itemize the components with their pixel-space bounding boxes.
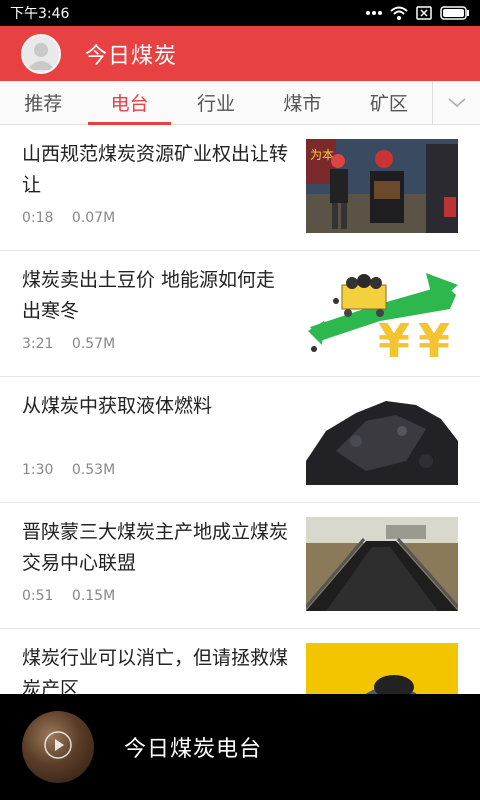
more-dots-icon	[366, 10, 382, 16]
no-sim-icon	[416, 6, 432, 20]
player-title: 今日煤炭电台	[124, 737, 263, 762]
battery-icon	[440, 6, 470, 20]
item-duration: 3:21	[22, 336, 54, 352]
chevron-down-icon	[448, 93, 466, 112]
item-size: 0.57M	[71, 336, 116, 352]
play-icon[interactable]	[43, 730, 73, 764]
item-title: 晋陕蒙三大煤炭主产地成立煤炭交易中心联盟	[22, 521, 289, 574]
item-thumbnail	[306, 391, 458, 485]
status-time: 下午3:46	[10, 6, 70, 22]
item-meta: 0:51 0.15M	[22, 588, 129, 604]
app-title: 今日煤炭	[85, 43, 178, 69]
audio-list: 山西规范煤炭资源矿业权出让转让 0:18 0.07M 为本 煤炭卖出土豆价 地能…	[0, 125, 480, 755]
list-item[interactable]: 煤炭卖出土豆价 地能源如何走出寒冬 3:21 0.57M ¥ ¥	[0, 251, 480, 377]
item-size: 0.07M	[71, 210, 116, 226]
item-title: 煤炭卖出土豆价 地能源如何走出寒冬	[22, 269, 276, 322]
player-bar[interactable]: 今日煤炭电台	[0, 694, 480, 800]
status-bar: 下午3:46	[0, 0, 480, 26]
item-size: 0.15M	[71, 588, 116, 604]
svg-text:为本: 为本	[310, 148, 334, 162]
list-item[interactable]: 晋陕蒙三大煤炭主产地成立煤炭交易中心联盟 0:51 0.15M	[0, 503, 480, 629]
item-duration: 0:18	[22, 210, 54, 226]
svg-text:¥: ¥	[378, 314, 410, 359]
list-item[interactable]: 山西规范煤炭资源矿业权出让转让 0:18 0.07M 为本	[0, 125, 480, 251]
item-thumbnail	[306, 517, 458, 611]
tab-recommend[interactable]: 推荐	[0, 81, 86, 124]
item-thumbnail: ¥ ¥	[306, 265, 458, 359]
tab-coal-market[interactable]: 煤市	[259, 81, 345, 124]
item-thumbnail: 为本	[306, 139, 458, 233]
category-tabs: 推荐 电台 行业 煤市 矿区	[0, 81, 480, 125]
tab-industry[interactable]: 行业	[173, 81, 259, 124]
player-cover[interactable]	[22, 711, 94, 783]
item-meta: 3:21 0.57M	[22, 336, 129, 352]
tab-radio[interactable]: 电台	[86, 81, 172, 125]
item-size: 0.53M	[71, 462, 116, 478]
tab-more-button[interactable]	[432, 81, 480, 124]
item-duration: 1:30	[22, 462, 54, 478]
tab-list: 推荐 电台 行业 煤市 矿区	[0, 81, 432, 125]
item-duration: 0:51	[22, 588, 54, 604]
wifi-icon	[390, 6, 408, 20]
app-header: 今日煤炭	[0, 26, 480, 81]
status-icons	[366, 6, 470, 20]
item-meta: 1:30 0.53M	[22, 462, 129, 478]
item-meta: 0:18 0.07M	[22, 210, 129, 226]
item-title: 山西规范煤炭资源矿业权出让转让	[22, 143, 289, 196]
tab-mining-area[interactable]: 矿区	[346, 81, 432, 124]
item-title: 从煤炭中获取液体燃料	[22, 395, 213, 417]
list-item[interactable]: 从煤炭中获取液体燃料 1:30 0.53M	[0, 377, 480, 503]
svg-text:¥: ¥	[418, 314, 450, 359]
user-avatar-icon[interactable]	[21, 33, 61, 74]
